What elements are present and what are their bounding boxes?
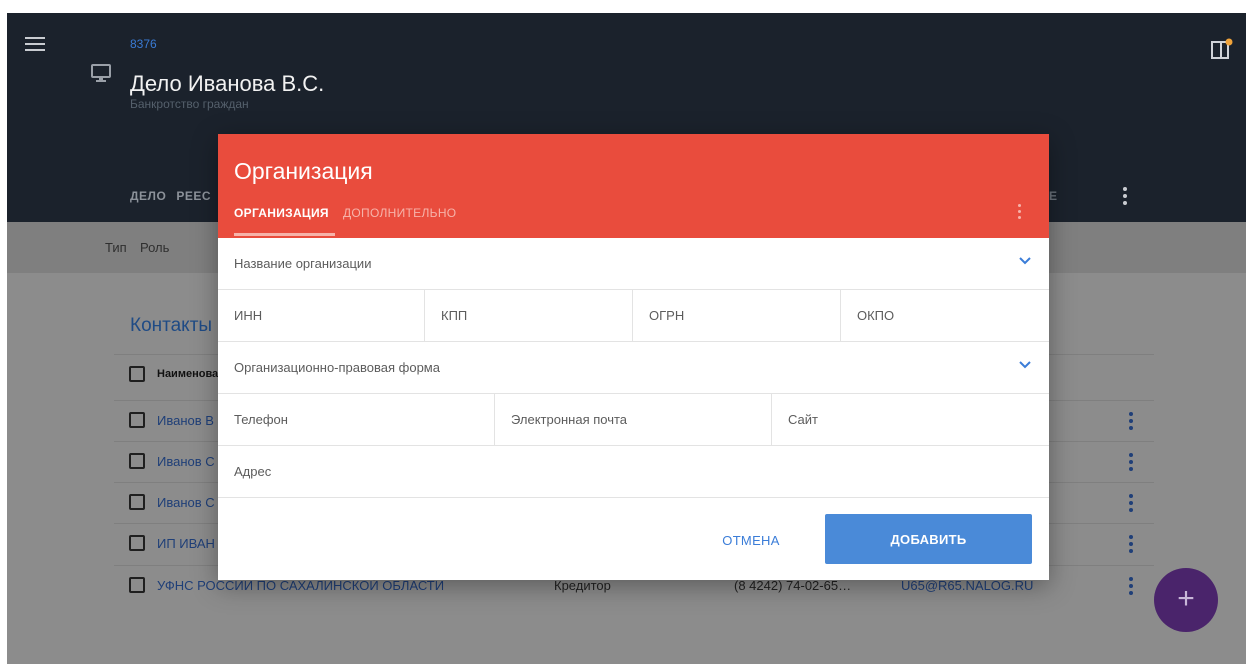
- email-placeholder: Электронная почта: [511, 412, 628, 427]
- phone-placeholder: Телефон: [234, 412, 288, 427]
- case-number: 8376: [130, 37, 157, 51]
- email-field[interactable]: Электронная почта: [495, 394, 772, 446]
- inn-field[interactable]: ИНН: [218, 290, 425, 342]
- select-all-checkbox[interactable]: [129, 366, 145, 382]
- add-button[interactable]: ДОБАВИТЬ: [825, 514, 1032, 564]
- nav-more-icon[interactable]: [1123, 187, 1127, 208]
- ogrn-field[interactable]: ОГРН: [633, 290, 841, 342]
- dialog-title: Организация: [234, 158, 373, 184]
- filter-type[interactable]: Тип: [105, 240, 127, 255]
- registration-codes-row: ИНН КПП ОГРН ОКПО: [218, 290, 1049, 342]
- nav-tab-partial[interactable]: Е: [1049, 189, 1057, 203]
- monitor-icon: [91, 64, 111, 82]
- ogrn-placeholder: ОГРН: [649, 308, 685, 323]
- case-subtitle: Банкротство граждан: [130, 97, 249, 111]
- org-name-select[interactable]: Название организации: [218, 238, 1049, 290]
- row-more-icon[interactable]: [1129, 494, 1133, 515]
- row-more-icon[interactable]: [1129, 412, 1133, 433]
- contact-name[interactable]: Иванов В: [157, 413, 214, 428]
- legal-form-row: Организационно-правовая форма: [218, 342, 1049, 394]
- contact-email[interactable]: U65@R65.NALOG.RU: [901, 578, 1033, 593]
- organization-dialog: Организация ОРГАНИЗАЦИЯ ДОПОЛНИТЕЛЬНО На…: [218, 134, 1049, 580]
- address-field[interactable]: Адрес: [218, 446, 1049, 498]
- tab-additional[interactable]: ДОПОЛНИТЕЛЬНО: [343, 206, 456, 220]
- legal-form-placeholder: Организационно-правовая форма: [234, 360, 440, 375]
- contact-name[interactable]: УФНС РОССИИ ПО САХАЛИНСКОЙ ОБЛАСТИ: [157, 578, 444, 593]
- active-tab-indicator: [234, 233, 335, 236]
- row-checkbox[interactable]: [129, 412, 145, 428]
- contacts-row: Телефон Электронная почта Сайт: [218, 394, 1049, 446]
- org-name-placeholder: Название организации: [234, 256, 372, 271]
- row-checkbox[interactable]: [129, 494, 145, 510]
- filter-role[interactable]: Роль: [140, 240, 169, 255]
- contact-name[interactable]: ИП ИВАН: [157, 536, 215, 551]
- contact-role: Кредитор: [554, 578, 611, 593]
- site-placeholder: Сайт: [788, 412, 818, 427]
- phone-field[interactable]: Телефон: [218, 394, 495, 446]
- inn-placeholder: ИНН: [234, 308, 263, 323]
- row-checkbox[interactable]: [129, 577, 145, 593]
- hamburger-menu-icon[interactable]: [25, 37, 45, 55]
- cancel-button[interactable]: ОТМЕНА: [706, 528, 796, 552]
- nav-tab-case[interactable]: ДЕЛО: [130, 189, 166, 203]
- row-more-icon[interactable]: [1129, 453, 1133, 474]
- case-nav: ДЕЛО РЕЕС: [130, 189, 221, 203]
- kpp-placeholder: КПП: [441, 308, 468, 323]
- contact-phone: (8 4242) 74-02-65…: [734, 578, 852, 593]
- tab-organization[interactable]: ОРГАНИЗАЦИЯ: [234, 206, 329, 220]
- row-checkbox[interactable]: [129, 453, 145, 469]
- dialog-footer: ОТМЕНА ДОБАВИТЬ: [218, 498, 1049, 580]
- site-field[interactable]: Сайт: [772, 394, 1049, 446]
- chevron-down-icon[interactable]: [1019, 257, 1031, 265]
- contact-name[interactable]: Иванов С: [157, 454, 215, 469]
- add-fab-button[interactable]: +: [1154, 568, 1218, 632]
- column-header-name: Наименова: [157, 368, 219, 380]
- nav-tab-registry[interactable]: РЕЕС: [176, 189, 211, 203]
- contact-name[interactable]: Иванов С: [157, 495, 215, 510]
- panel-notification-icon[interactable]: [1210, 38, 1234, 60]
- contacts-title: Контакты: [130, 315, 213, 336]
- okpo-placeholder: ОКПО: [857, 308, 895, 323]
- address-row: Адрес: [218, 446, 1049, 498]
- row-checkbox[interactable]: [129, 535, 145, 551]
- chevron-down-icon[interactable]: [1019, 361, 1031, 369]
- okpo-field[interactable]: ОКПО: [841, 290, 1049, 342]
- address-placeholder: Адрес: [234, 464, 272, 479]
- legal-form-select[interactable]: Организационно-правовая форма: [218, 342, 1049, 394]
- dialog-header: Организация ОРГАНИЗАЦИЯ ДОПОЛНИТЕЛЬНО: [218, 134, 1049, 238]
- case-title: Дело Иванова В.С.: [130, 71, 325, 96]
- org-name-row: Название организации: [218, 238, 1049, 290]
- dialog-more-icon[interactable]: [1018, 204, 1022, 222]
- row-more-icon[interactable]: [1129, 535, 1133, 556]
- row-more-icon[interactable]: [1129, 577, 1133, 598]
- kpp-field[interactable]: КПП: [425, 290, 633, 342]
